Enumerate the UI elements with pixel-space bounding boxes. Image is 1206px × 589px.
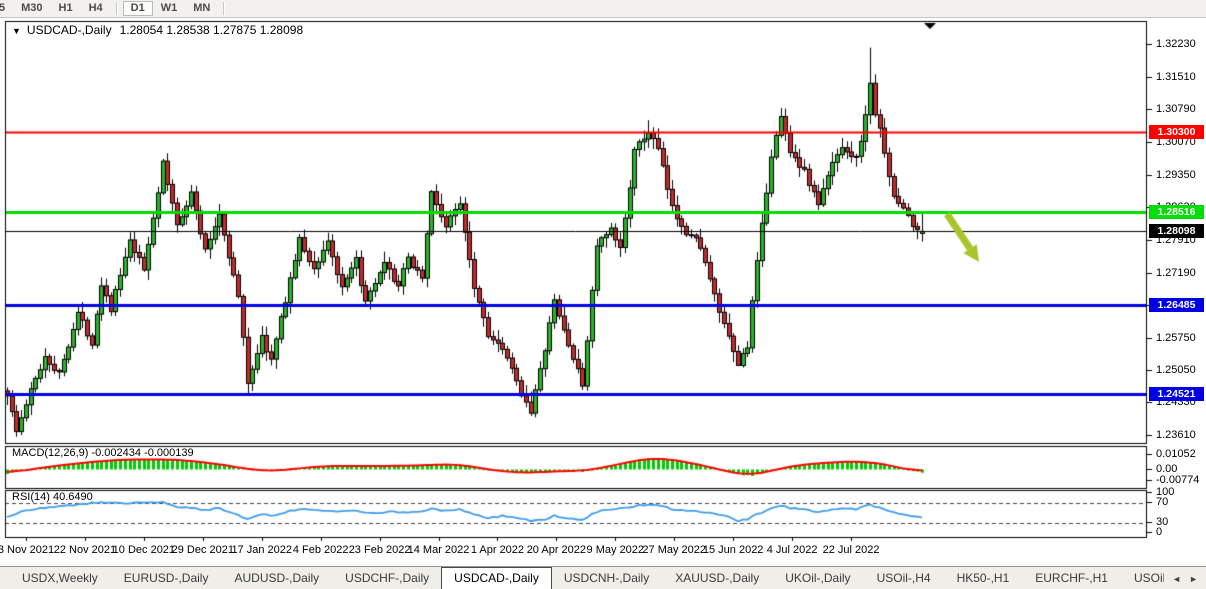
chart-canvas[interactable] [0, 18, 1206, 566]
timeframe-button-mn[interactable]: MN [185, 1, 218, 16]
timeframe-toolbar: 5M30H1H4 D1W1MN [0, 0, 1206, 18]
tab-ukoil-daily[interactable]: UKOil-,Daily [773, 567, 862, 589]
timeframe-button-h4[interactable]: H4 [81, 1, 111, 16]
toolbar-separator [116, 2, 118, 15]
tab-usdcad-daily[interactable]: USDCAD-,Daily [441, 567, 552, 589]
symbol-tabbar: USDX,WeeklyEURUSD-,DailyAUDUSD-,DailyUSD… [0, 566, 1206, 589]
chart-window: ▼USDCAD-,Daily1.28054 1.28538 1.27875 1.… [0, 18, 1206, 566]
tab-hk50-h1[interactable]: HK50-,H1 [945, 567, 1022, 589]
tab-eurchf-h1[interactable]: EURCHF-,H1 [1023, 567, 1120, 589]
timeframe-button-m30[interactable]: M30 [13, 1, 50, 16]
tab-usdchf-daily[interactable]: USDCHF-,Daily [333, 567, 441, 589]
tab-usdx-weekly[interactable]: USDX,Weekly [10, 567, 110, 589]
timeframe-button-d1[interactable]: D1 [123, 1, 153, 16]
timeframe-button-w1[interactable]: W1 [153, 1, 186, 16]
toolbar-separator [223, 2, 225, 15]
tab-usoil-h4[interactable]: USOil-,H4 [1122, 567, 1164, 589]
tab-xauusd-daily[interactable]: XAUUSD-,Daily [663, 567, 771, 589]
tab-scroll-left-icon[interactable]: ◄ [1172, 574, 1181, 584]
tab-eurusd-daily[interactable]: EURUSD-,Daily [112, 567, 221, 589]
tab-audusd-daily[interactable]: AUDUSD-,Daily [222, 567, 331, 589]
tab-scroll-right-icon[interactable]: ► [1189, 574, 1198, 584]
tab-usdcnh-daily[interactable]: USDCNH-,Daily [552, 567, 661, 589]
timeframe-button-5[interactable]: 5 [0, 1, 13, 16]
tab-usoil-h4[interactable]: USOil-,H4 [865, 567, 943, 589]
timeframe-button-h1[interactable]: H1 [51, 1, 81, 16]
tab-scroll-arrows: ◄ ► [1164, 567, 1206, 589]
